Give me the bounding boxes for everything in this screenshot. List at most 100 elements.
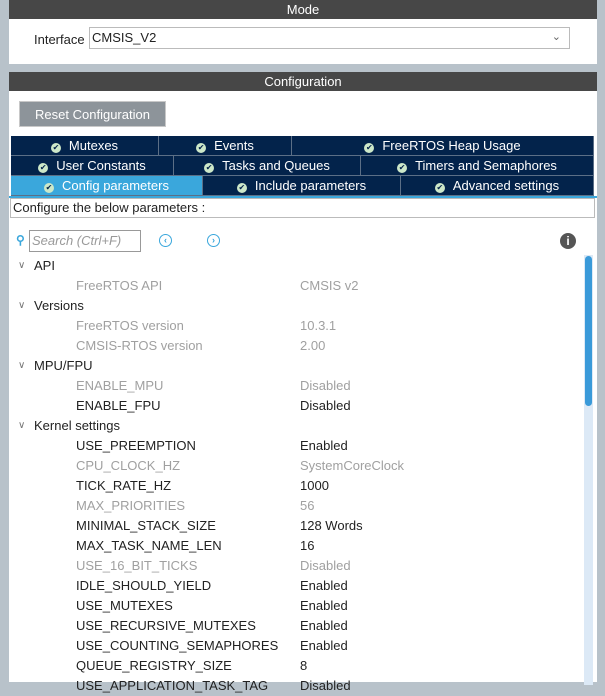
parameter-row[interactable]: ENABLE_MPU Disabled xyxy=(9,376,584,396)
tab-freertos-heap-usage[interactable]: ✔ FreeRTOS Heap Usage xyxy=(292,136,594,156)
parameter-name: MAX_PRIORITIES xyxy=(76,498,186,513)
tab-events[interactable]: ✔ Events xyxy=(159,136,292,156)
parameter-name: TICK_RATE_HZ xyxy=(76,478,172,493)
parameter-name: IDLE_SHOULD_YIELD xyxy=(76,578,212,593)
reset-configuration-button[interactable]: Reset Configuration xyxy=(19,101,166,127)
parameter-value[interactable]: 10.3.1 xyxy=(300,316,336,336)
check-circle-icon: ✔ xyxy=(364,143,375,153)
mode-panel: Interface CMSIS_V2 ⌄ xyxy=(9,19,597,64)
tab-timers-and-semaphores[interactable]: ✔ Timers and Semaphores xyxy=(361,156,594,176)
check-circle-icon: ✔ xyxy=(44,183,55,193)
parameter-value[interactable]: SystemCoreClock xyxy=(300,456,404,476)
parameter-row[interactable]: USE_RECURSIVE_MUTEXES Enabled xyxy=(9,616,584,636)
tab-row: ✔ User Constants ✔ Tasks and Queues ✔ Timers … xyxy=(11,156,594,176)
check-circle-icon: ✔ xyxy=(397,163,408,173)
parameter-row[interactable]: IDLE_SHOULD_YIELD Enabled xyxy=(9,576,584,596)
search-input[interactable]: Search (Ctrl+F) xyxy=(29,230,141,252)
chevron-down-icon: ⌄ xyxy=(551,31,561,43)
parameter-value[interactable]: 8 xyxy=(300,656,307,676)
parameter-name: USE_COUNTING_SEMAPHORES xyxy=(76,638,279,653)
tab-advanced-settings[interactable]: ✔ Advanced settings xyxy=(401,176,594,196)
chevron-down-icon[interactable]: ∨ xyxy=(18,356,25,376)
tab-mutexes[interactable]: ✔ Mutexes xyxy=(11,136,159,156)
group-label: Versions xyxy=(34,298,84,313)
parameter-value[interactable]: Enabled xyxy=(300,576,348,596)
tab-label: User Constants xyxy=(56,158,146,173)
parameter-value[interactable]: Disabled xyxy=(300,556,351,576)
scrollbar-thumb[interactable] xyxy=(585,256,592,406)
chevron-down-icon[interactable]: ∨ xyxy=(18,296,25,316)
parameter-row[interactable]: CPU_CLOCK_HZ SystemCoreClock xyxy=(9,456,584,476)
parameter-row[interactable]: MINIMAL_STACK_SIZE 128 Words xyxy=(9,516,584,536)
instruction-text: Configure the below parameters : xyxy=(10,198,595,218)
chevron-down-icon[interactable]: ∨ xyxy=(18,256,25,276)
tab-label: Mutexes xyxy=(68,138,119,153)
previous-result-button[interactable]: ‹ xyxy=(159,234,172,247)
info-icon[interactable]: i xyxy=(560,233,576,249)
parameter-name: ENABLE_FPU xyxy=(76,398,161,413)
parameter-name: USE_RECURSIVE_MUTEXES xyxy=(76,618,256,633)
parameter-row[interactable]: QUEUE_REGISTRY_SIZE 8 xyxy=(9,656,584,676)
tab-config-parameters[interactable]: ✔ Config parameters xyxy=(11,176,203,196)
parameter-row[interactable]: USE_APPLICATION_TASK_TAG Disabled xyxy=(9,676,584,696)
parameter-value[interactable]: Disabled xyxy=(300,676,351,696)
tree-group[interactable]: ∨ Kernel settings xyxy=(9,416,584,436)
parameter-value[interactable]: 1000 xyxy=(300,476,329,496)
tab-label: Include parameters xyxy=(254,178,367,193)
parameter-row[interactable]: USE_16_BIT_TICKS Disabled xyxy=(9,556,584,576)
parameter-value[interactable]: 2.00 xyxy=(300,336,325,356)
tab-label: FreeRTOS Heap Usage xyxy=(382,138,521,153)
parameter-name: CPU_CLOCK_HZ xyxy=(76,458,181,473)
parameter-value[interactable]: Enabled xyxy=(300,436,348,456)
parameter-row[interactable]: CMSIS-RTOS version 2.00 xyxy=(9,336,584,356)
tab-user-constants[interactable]: ✔ User Constants xyxy=(11,156,174,176)
parameter-row[interactable]: USE_PREEMPTION Enabled xyxy=(9,436,584,456)
tree-group[interactable]: ∨ API xyxy=(9,256,584,276)
configuration-panel: Reset Configuration ✔ Mutexes ✔ Events ✔ Free… xyxy=(9,91,597,693)
parameter-tree: ∨ API FreeRTOS API CMSIS v2 ∨ Versions FreeRTO… xyxy=(9,256,584,696)
tab-label: Timers and Semaphores xyxy=(415,158,557,173)
parameter-row[interactable]: USE_COUNTING_SEMAPHORES Enabled xyxy=(9,636,584,656)
parameter-value[interactable]: CMSIS v2 xyxy=(300,276,359,296)
interface-label: Interface xyxy=(34,32,85,47)
tab-row: ✔ Mutexes ✔ Events ✔ FreeRTOS Heap Usage xyxy=(11,136,594,156)
mode-header: Mode xyxy=(9,0,597,19)
parameter-value[interactable]: Disabled xyxy=(300,376,351,396)
parameter-row[interactable]: MAX_TASK_NAME_LEN 16 xyxy=(9,536,584,556)
tab-tasks-and-queues[interactable]: ✔ Tasks and Queues xyxy=(174,156,361,176)
tab-include-parameters[interactable]: ✔ Include parameters xyxy=(203,176,401,196)
parameter-value[interactable]: 16 xyxy=(300,536,314,556)
parameter-name: MINIMAL_STACK_SIZE xyxy=(76,518,216,533)
parameter-name: USE_MUTEXES xyxy=(76,598,173,613)
chevron-down-icon[interactable]: ∨ xyxy=(18,416,25,436)
parameter-row[interactable]: FreeRTOS version 10.3.1 xyxy=(9,316,584,336)
parameter-name: FreeRTOS API xyxy=(76,278,163,293)
group-label: MPU/FPU xyxy=(34,358,93,373)
interface-select[interactable]: CMSIS_V2 ⌄ xyxy=(89,27,570,49)
parameter-row[interactable]: USE_MUTEXES Enabled xyxy=(9,596,584,616)
configuration-header: Configuration xyxy=(9,72,597,91)
parameter-value[interactable]: Enabled xyxy=(300,636,348,656)
parameter-name: CMSIS-RTOS version xyxy=(76,338,203,353)
parameter-value[interactable]: Disabled xyxy=(300,396,351,416)
parameter-row[interactable]: FreeRTOS API CMSIS v2 xyxy=(9,276,584,296)
next-result-button[interactable]: › xyxy=(207,234,220,247)
tab-label: Tasks and Queues xyxy=(222,158,330,173)
group-label: Kernel settings xyxy=(34,418,120,433)
parameter-value[interactable]: Enabled xyxy=(300,616,348,636)
tab-label: Advanced settings xyxy=(452,178,560,193)
parameter-row[interactable]: ENABLE_FPU Disabled xyxy=(9,396,584,416)
tree-group[interactable]: ∨ Versions xyxy=(9,296,584,316)
parameter-value[interactable]: Enabled xyxy=(300,596,348,616)
check-circle-icon: ✔ xyxy=(50,143,61,153)
check-circle-icon: ✔ xyxy=(196,143,207,153)
parameter-name: MAX_TASK_NAME_LEN xyxy=(76,538,222,553)
check-circle-icon: ✔ xyxy=(236,183,247,193)
parameter-name: USE_APPLICATION_TASK_TAG xyxy=(76,678,269,693)
parameter-value[interactable]: 56 xyxy=(300,496,314,516)
parameter-value[interactable]: 128 Words xyxy=(300,516,363,536)
parameter-row[interactable]: TICK_RATE_HZ 1000 xyxy=(9,476,584,496)
parameter-row[interactable]: MAX_PRIORITIES 56 xyxy=(9,496,584,516)
interface-value: CMSIS_V2 xyxy=(92,30,157,45)
tree-group[interactable]: ∨ MPU/FPU xyxy=(9,356,584,376)
